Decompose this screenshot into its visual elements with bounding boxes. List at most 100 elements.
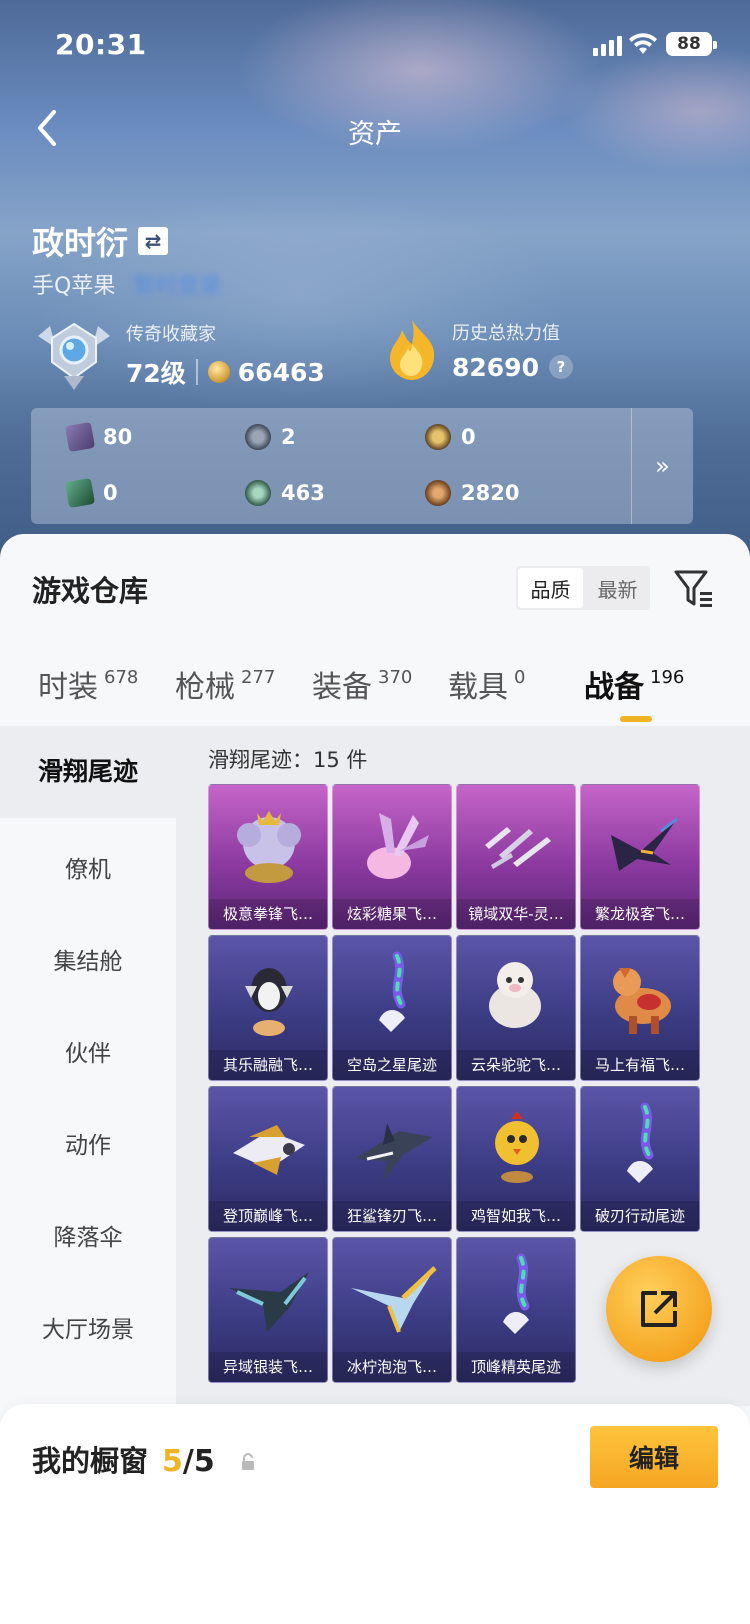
item-card[interactable]: 繁龙极客飞… (580, 784, 700, 930)
showcase-current: 5 (162, 1444, 183, 1479)
tab-vehicles[interactable]: 载具 0 (448, 662, 525, 706)
stats-more-button[interactable]: » (631, 408, 693, 524)
heat-value: 82690 (452, 352, 539, 382)
tab-gear[interactable]: 战备 196 (584, 662, 684, 706)
subcategory-sidebar: 滑翔尾迹 僚机 集结舱 伙伴 动作 降落伞 大厅场景 (0, 726, 176, 1406)
stat-value: 80 (103, 425, 133, 449)
status-bar: 20:31 88 (0, 0, 750, 90)
flame-icon (390, 320, 435, 380)
wifi-icon (629, 33, 657, 54)
help-icon[interactable]: ? (548, 355, 573, 379)
item-card[interactable]: 镜域双华-灵… (456, 784, 576, 930)
item-card[interactable]: 云朵驼驼飞… (456, 935, 576, 1081)
penguin-glider-icon (245, 968, 293, 1036)
sort-latest-button[interactable]: 最新 (585, 566, 650, 610)
rainbow-trail-icon (503, 1253, 530, 1334)
filter-icon[interactable] (672, 566, 716, 610)
item-card[interactable]: 登顶巅峰飞… (208, 1086, 328, 1232)
sidebar-item-emote[interactable]: 动作 (0, 1126, 176, 1160)
item-card[interactable]: 极意拳锋飞… (208, 784, 328, 930)
player-name: 政时衍 ⇄ (32, 218, 169, 264)
item-card[interactable]: 空岛之星尾迹 (332, 935, 452, 1081)
sidebar-item-drop-pod[interactable]: 集结舱 (0, 942, 176, 976)
profile-header: 20:31 88 资产 政时衍 ⇄ 手Q苹果 暂时登录 传奇收藏家 72级 66… (0, 0, 750, 580)
player-name-text: 政时衍 (32, 224, 129, 262)
edit-button[interactable]: 编辑 (590, 1426, 718, 1488)
lock-icon (241, 1453, 254, 1470)
player-level: 72级 (126, 359, 186, 388)
green-coin-icon (245, 480, 271, 506)
tab-count: 0 (514, 667, 526, 688)
elephant-glider-icon (237, 811, 301, 883)
share-icon (641, 1291, 677, 1327)
item-name: 空岛之星尾迹 (333, 1050, 451, 1080)
battery-icon: 88 (666, 32, 717, 56)
coin-icon (207, 361, 230, 383)
stat-value: 0 (103, 481, 118, 505)
stat-green-coin: 463 (245, 480, 325, 506)
showcase-title: 我的橱窗 (32, 1444, 149, 1478)
heat-block[interactable]: 历史总热力值 82690 ? (384, 318, 573, 382)
tab-count: 370 (378, 667, 413, 688)
item-name: 异域银装飞… (209, 1352, 327, 1382)
card-icon (64, 421, 96, 453)
gold-medal-icon (425, 424, 451, 450)
tab-label: 枪械 (175, 670, 235, 705)
showcase-title-row: 我的橱窗 5/5 (32, 1438, 257, 1480)
alpaca-glider-icon (489, 962, 541, 1028)
switch-account-icon[interactable]: ⇄ (138, 227, 169, 255)
s-coin-icon (245, 424, 271, 450)
item-card[interactable]: 鸡智如我飞… (456, 1086, 576, 1232)
stat-card: 80 (64, 421, 133, 453)
sidebar-item-wingman[interactable]: 僚机 (0, 850, 176, 884)
stat-value: 2 (281, 425, 296, 449)
tab-fashion[interactable]: 时装 678 (38, 662, 138, 706)
sort-quality-button[interactable]: 品质 (518, 568, 583, 608)
item-card[interactable]: 其乐融融飞… (208, 935, 328, 1081)
rainbow-trail-icon (379, 951, 406, 1032)
signal-icon (593, 36, 622, 56)
sidebar-item-companion[interactable]: 伙伴 (0, 1034, 176, 1068)
stat-green-card: 0 (64, 477, 118, 509)
item-name: 繁龙极客飞… (581, 899, 699, 929)
currency-panel: 80 2 0 0 463 2820 » (31, 408, 693, 524)
item-card[interactable]: 马上有福飞… (580, 935, 700, 1081)
horse-glider-icon (613, 968, 671, 1034)
tab-label: 时装 (38, 670, 98, 705)
rank-block[interactable]: 传奇收藏家 72级 66463 (34, 318, 325, 392)
platform-info: 手Q苹果 暂时登录 (32, 268, 221, 300)
platform-link[interactable]: 暂时登录 (133, 268, 221, 300)
item-name: 其乐融融飞… (209, 1050, 327, 1080)
dragon-glider-icon (611, 817, 678, 871)
item-name: 顶峰精英尾迹 (457, 1352, 575, 1382)
item-card[interactable]: 炫彩糖果飞… (332, 784, 452, 930)
sidebar-item-parachute[interactable]: 降落伞 (0, 1218, 176, 1252)
category-tabs: 时装 678 枪械 277 装备 370 载具 0 战备 196 (0, 662, 750, 724)
crystal-glider-icon (485, 827, 551, 869)
stat-gold-medal: 0 (425, 424, 476, 450)
item-name: 极意拳锋飞… (209, 899, 327, 929)
item-name: 镜域双华-灵… (457, 899, 575, 929)
item-card[interactable]: 狂鲨锋刃飞… (332, 1086, 452, 1232)
item-name: 鸡智如我飞… (457, 1201, 575, 1231)
tab-count: 678 (104, 667, 139, 688)
rank-badge-icon (38, 322, 110, 390)
showcase-total: /5 (182, 1444, 215, 1479)
share-button[interactable] (606, 1256, 712, 1362)
item-card[interactable]: 顶峰精英尾迹 (456, 1237, 576, 1383)
tab-label: 载具 (448, 670, 508, 705)
item-card[interactable]: 破刃行动尾迹 (580, 1086, 700, 1232)
bronze-coin-icon (425, 480, 451, 506)
stat-s-coin: 2 (245, 424, 296, 450)
sidebar-item-lobby-scene[interactable]: 大厅场景 (0, 1310, 176, 1344)
item-card[interactable]: 异域银装飞… (208, 1237, 328, 1383)
shark-glider-icon (355, 1123, 433, 1181)
sidebar-item-glide-trail[interactable]: 滑翔尾迹 (0, 726, 176, 818)
stat-bronze-coin: 2820 (425, 480, 519, 506)
item-card[interactable]: 冰柠泡泡飞… (332, 1237, 452, 1383)
showcase-count: 5/5 (162, 1444, 215, 1479)
stat-value: 463 (281, 481, 325, 505)
tab-equipment[interactable]: 装备 370 (312, 662, 412, 706)
tab-weapons[interactable]: 枪械 277 (175, 662, 275, 706)
item-name: 马上有福飞… (581, 1050, 699, 1080)
